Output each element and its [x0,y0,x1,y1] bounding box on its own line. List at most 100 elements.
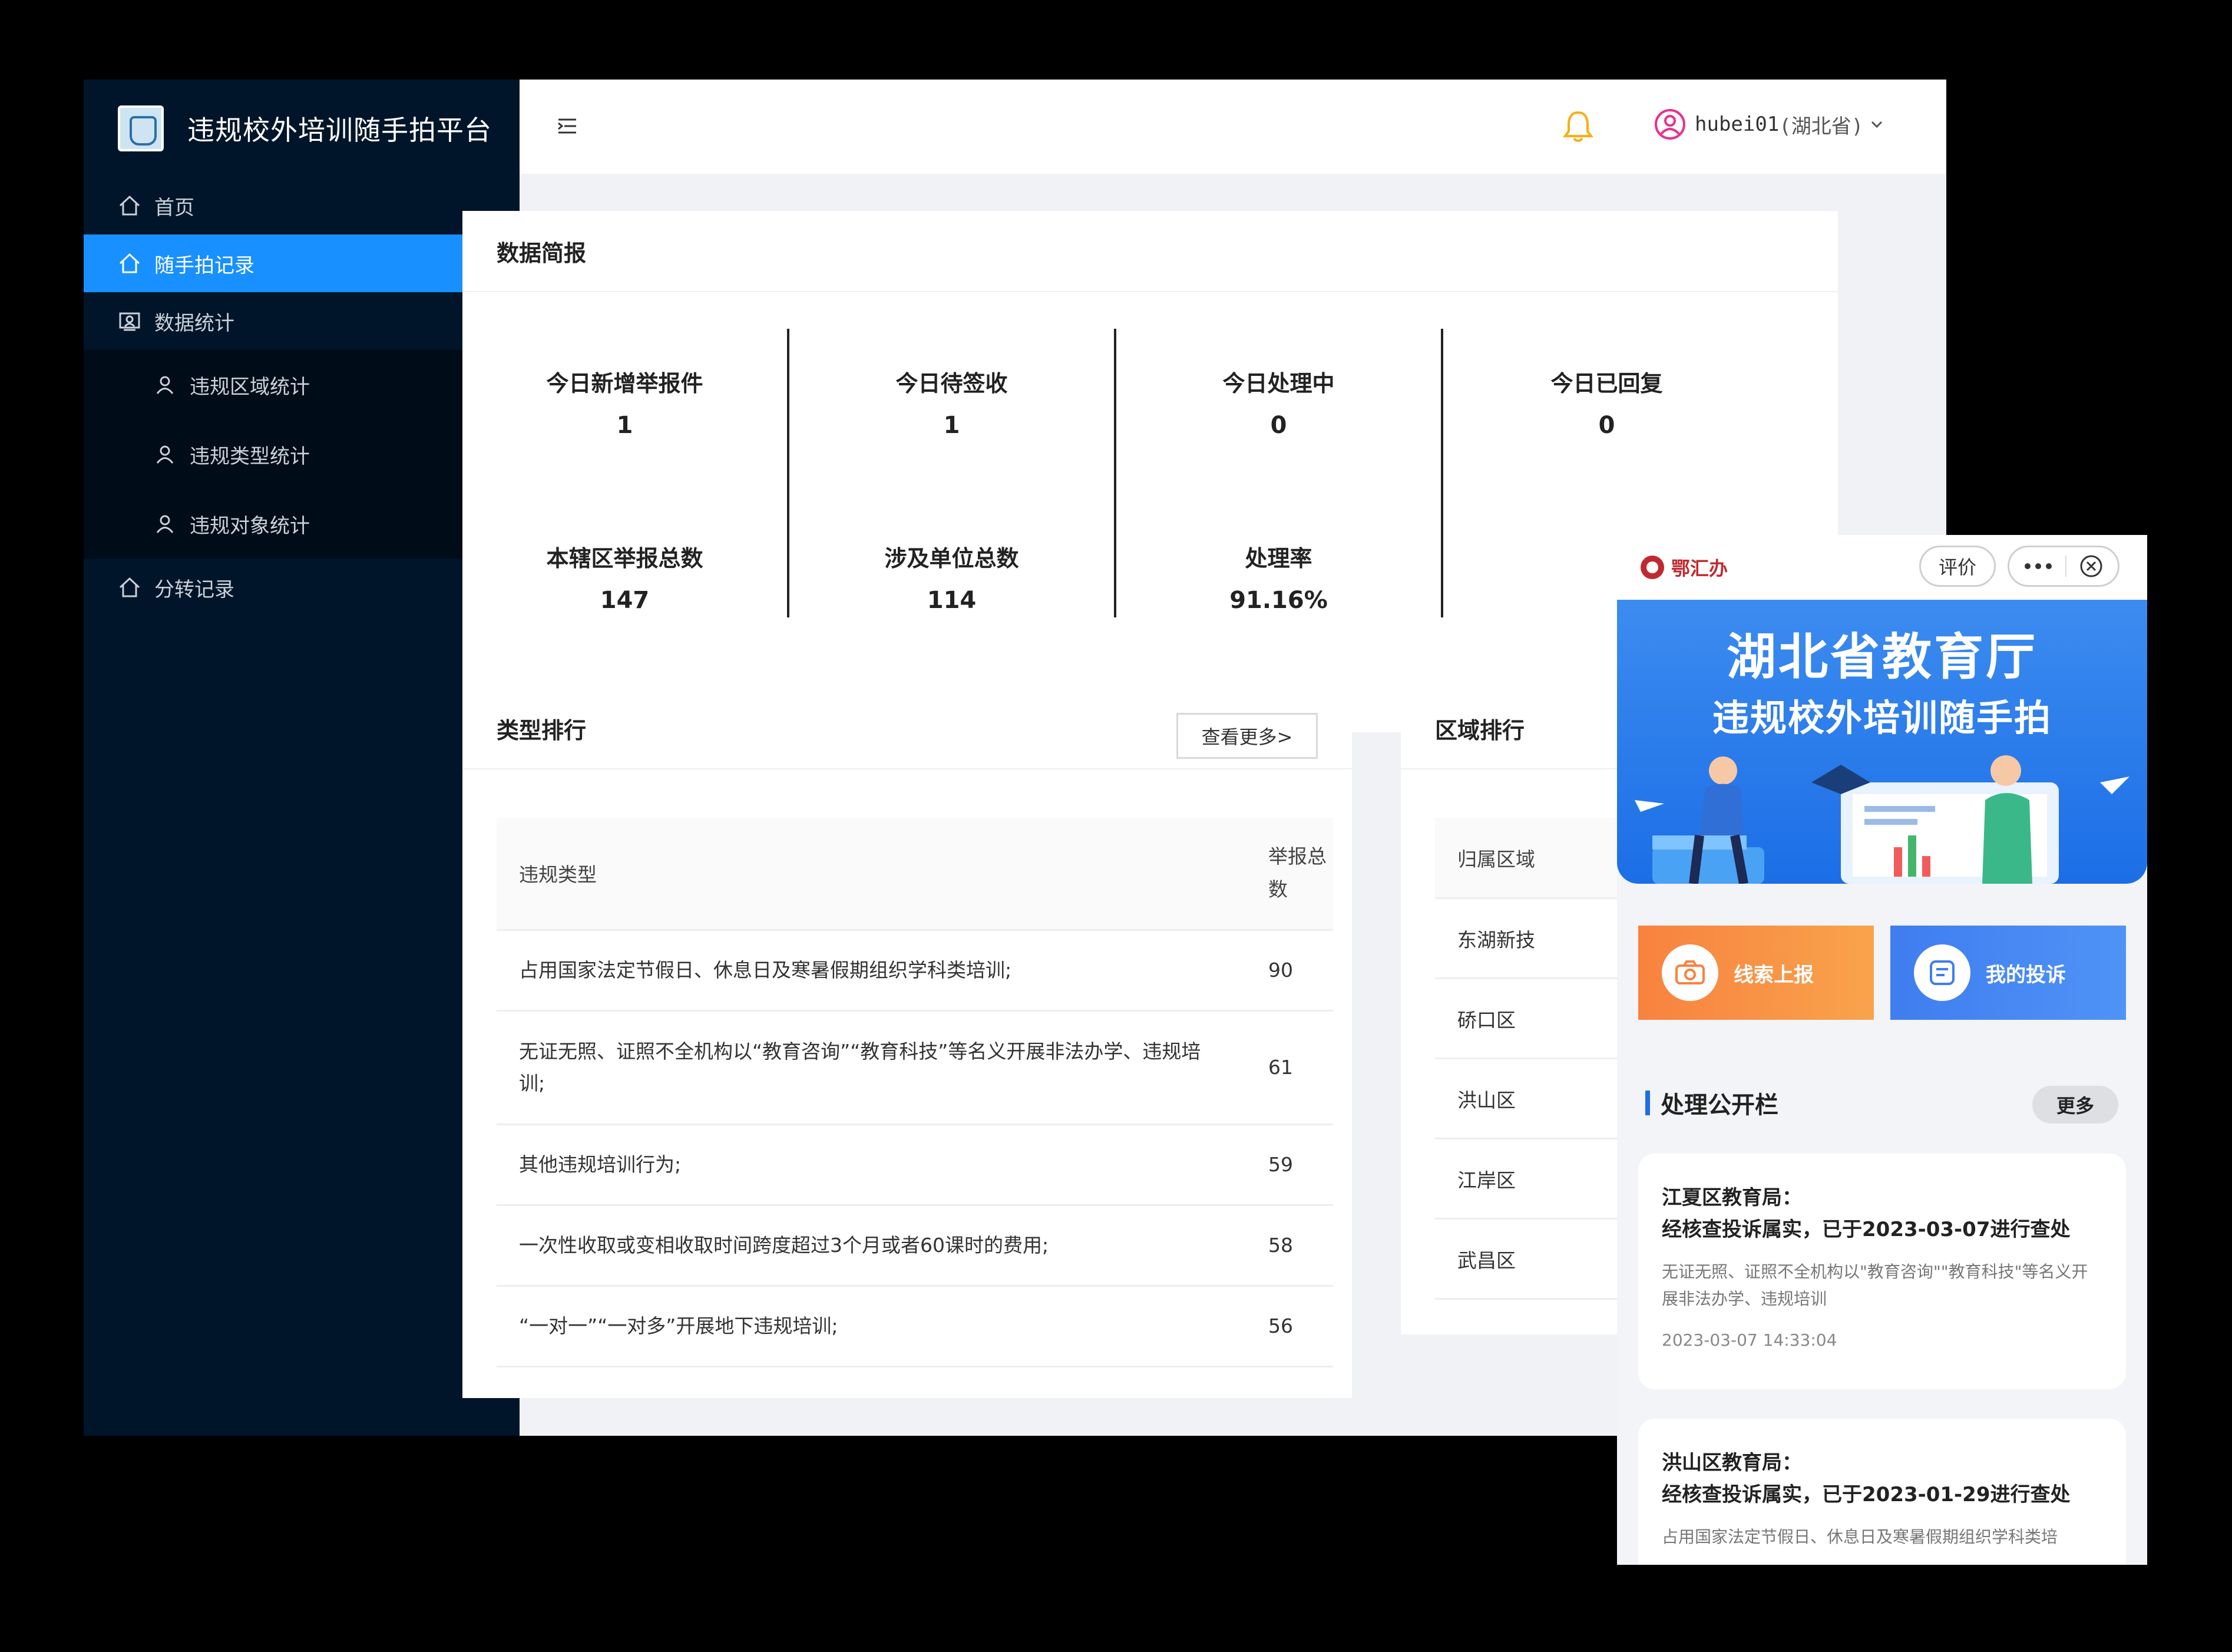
notice-card[interactable]: 江夏区教育局： 经核查投诉属实，已于2023-03-07进行查处 无证无照、证照… [1638,1154,2126,1389]
column-header-count: 举报总数 [1239,818,1333,931]
sidebar-item-transfer[interactable]: 分转记录 [84,559,520,616]
chevron-down-icon [1870,118,1883,131]
stat-column: 今日新增举报件 1 本辖区举报总数 147 [462,329,789,617]
sidebar-item-label: 分转记录 [154,577,234,602]
user-icon [153,373,177,397]
user-icon [153,512,177,536]
report-count: 59 [1239,1124,1333,1206]
my-complaints-label: 我的投诉 [1986,963,2066,987]
violation-type: 一次性收取或变相收取时间跨度超过3个月或者60课时的费用; [497,1205,1239,1287]
home-icon [118,194,141,217]
top-bar: hubei01 (湖北省) [520,80,1946,174]
stat-label: 今日新增举报件 [546,371,703,397]
notice-org: 洪山区教育局： [1662,1451,1802,1475]
violation-type: 占用国家法定节假日、休息日及寒暑假期组织学科类培训; [497,930,1239,1012]
sidebar-item-type-stats[interactable]: 违规类型统计 [84,419,520,489]
user-menu[interactable]: hubei01 (湖北省) [1654,108,1883,141]
notice-desc: 无证无照、证照不全机构以"教育咨询""教育科技"等名义开展非法办学、违规培训 [1662,1262,2088,1309]
statistics-submenu: 违规区域统计 违规类型统计 违规对象统计 [84,350,520,559]
type-ranking-table: 违规类型 举报总数 占用国家法定节假日、休息日及寒暑假期组织学科类培训; 90 … [497,818,1333,1367]
column-header-type: 违规类型 [497,818,1239,931]
report-clue-button[interactable]: 线索上报 [1638,926,1874,1020]
stat-value: 0 [1270,412,1287,439]
bell-icon[interactable] [1562,109,1594,144]
stat-label: 涉及单位总数 [884,546,1019,571]
report-count: 61 [1239,1010,1333,1125]
table-row[interactable]: 占用国家法定节假日、休息日及寒暑假期组织学科类培训; 90 [497,930,1333,1012]
stat-value: 147 [600,587,650,614]
home-icon [118,252,141,275]
stat-value: 0 [1598,412,1615,439]
user-province: (湖北省) [1779,114,1864,138]
brand-name: 鄂汇办 [1671,557,1728,580]
sidebar-item-records[interactable]: 随手拍记录 [84,234,520,292]
notice-desc: 占用国家法定节假日、休息日及寒暑假期组织学科类培 [1662,1527,2058,1547]
avatar [1654,108,1687,141]
public-section-title: 处理公开栏 [1645,1086,1778,1120]
sidebar-item-statistics[interactable]: 数据统计 [84,292,520,350]
table-row[interactable]: 一次性收取或变相收取时间跨度超过3个月或者60课时的费用; 58 [497,1205,1333,1287]
notice-org: 江夏区教育局： [1662,1186,1802,1210]
notice-result: 经核查投诉属实，已于2023-01-29进行查处 [1662,1483,2071,1506]
brand-logo: 鄂汇办 [1641,554,1728,581]
card-title: 数据简报 [462,211,1838,292]
public-more-button[interactable]: 更多 [2032,1086,2118,1124]
app-title: 违规校外培训随手拍平台 [187,114,492,146]
sidebar-item-label: 违规区域统计 [190,375,310,399]
brand-icon [1641,556,1664,579]
more-dots-icon[interactable] [2023,562,2053,570]
sidebar-item-label: 违规对象统计 [190,514,310,538]
menu-fold-icon[interactable] [557,117,577,135]
sidebar-item-label: 首页 [154,196,194,220]
sidebar-item-label: 违规类型统计 [190,444,310,468]
stat-value: 91.16% [1229,587,1328,614]
table-row[interactable]: “一对一”“一对多”开展地下违规培训; 56 [497,1286,1333,1367]
stat-label: 今日待签收 [895,371,1008,397]
stat-column: 今日待签收 1 涉及单位总数 114 [789,329,1116,617]
banner: 湖北省教育厅 违规校外培训随手拍 [1617,600,2147,884]
rate-button[interactable]: 评价 [1919,546,1996,587]
stat-label: 今日处理中 [1222,371,1335,397]
stat-value: 1 [616,412,633,439]
sidebar-item-object-stats[interactable]: 违规对象统计 [84,489,520,559]
mini-program-navbar: 鄂汇办 评价 [1617,535,2147,600]
notice-card[interactable]: 洪山区教育局： 经核查投诉属实，已于2023-01-29进行查处 占用国家法定节… [1638,1419,2126,1565]
username: hubei01 [1695,113,1780,136]
chart-icon [118,309,141,333]
sidebar: 违规校外培训随手拍平台 首页 随手拍记录 数据统计 违规区域统计 违规类型统计 … [84,80,520,1436]
banner-illustration-icon [1635,755,2130,884]
banner-title: 湖北省教育厅 [1726,628,2038,686]
home-icon [118,576,141,599]
stat-label: 本辖区举报总数 [546,546,703,571]
user-icon [153,442,177,466]
table-header-row: 违规类型 举报总数 [497,818,1333,931]
camera-icon [1662,944,1718,1001]
capsule-menu [2008,546,2119,587]
report-count: 90 [1239,930,1333,1012]
stat-label: 处理率 [1245,546,1312,571]
report-count: 58 [1239,1205,1333,1287]
stat-label: 今日已回复 [1550,371,1663,397]
close-circle-icon[interactable] [2079,554,2104,579]
report-clue-label: 线索上报 [1734,963,1814,987]
document-icon [1914,944,1970,1001]
violation-type: 无证无照、证照不全机构以“教育咨询”“教育科技”等名义开展非法办学、违规培训; [497,1010,1239,1125]
view-more-button[interactable]: 查看更多> [1176,713,1318,759]
table-row[interactable]: 无证无照、证照不全机构以“教育咨询”“教育科技”等名义开展非法办学、违规培训; … [497,1010,1333,1125]
mini-program-phone: 鄂汇办 评价 湖北省教育厅 违规校外培训随手拍 线索上报 我的投诉 处理公开栏 … [1617,535,2147,1565]
stat-value: 1 [943,412,960,439]
stat-value: 114 [927,587,977,614]
notice-time: 2023-03-07 14:33:04 [1662,1330,1837,1350]
notice-result: 经核查投诉属实，已于2023-03-07进行查处 [1662,1218,2071,1241]
section-marker [1645,1091,1650,1115]
sidebar-item-label: 随手拍记录 [154,253,254,277]
public-title: 处理公开栏 [1661,1092,1778,1119]
sidebar-item-label: 数据统计 [154,311,234,335]
table-row[interactable]: 其他违规培训行为; 59 [497,1124,1333,1206]
stat-column: 今日处理中 0 处理率 91.16% [1116,329,1443,617]
logo-row: 违规校外培训随手拍平台 [84,80,520,177]
sidebar-item-home[interactable]: 首页 [84,177,520,234]
sidebar-item-region-stats[interactable]: 违规区域统计 [84,350,520,419]
my-complaints-button[interactable]: 我的投诉 [1890,926,2126,1020]
banner-subtitle: 违规校外培训随手拍 [1712,696,2052,739]
